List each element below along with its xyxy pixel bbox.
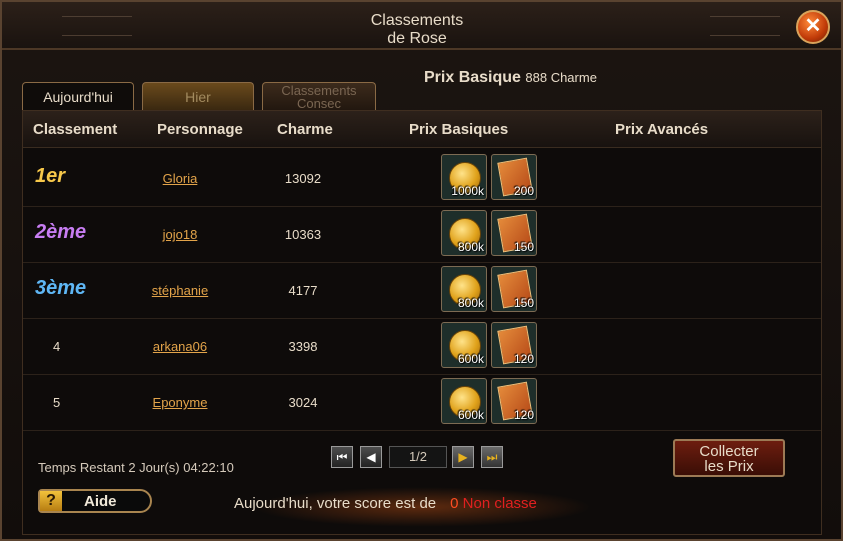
tab-consecutive-rankings[interactable]: Classements Consec: [262, 82, 376, 110]
collect-prizes-button[interactable]: Collecter les Prix: [673, 439, 785, 477]
rankings-window: Classements de Rose ✕ Aujourd'hui Hier C…: [0, 0, 843, 541]
coupon-reward[interactable]: 200: [491, 154, 537, 200]
header-rank: Classement: [33, 121, 118, 138]
character-link[interactable]: stéphanie: [120, 283, 240, 298]
help-icon: ?: [40, 491, 62, 511]
score-status: Non classe: [462, 495, 537, 512]
gold-reward[interactable]: 800k: [441, 266, 487, 312]
help-label: Aide: [84, 493, 117, 510]
charm-value: 3024: [288, 395, 318, 410]
next-page-icon: ▶: [458, 450, 468, 464]
first-page-icon: ⏮: [336, 450, 348, 464]
table-row: 4 arkana06 3398 600k 120: [23, 319, 821, 375]
header-advanced-prizes: Prix Avancés: [615, 121, 709, 138]
character-link[interactable]: arkana06: [120, 339, 240, 354]
page-indicator: 1/2: [389, 446, 447, 468]
table-row: 2ème jojo18 10363 800k 150: [23, 207, 821, 263]
charm-value: 13092: [284, 171, 322, 186]
table-row: 5 Eponyme 3024 600k 120: [23, 375, 821, 431]
gold-reward[interactable]: 800k: [441, 210, 487, 256]
character-link[interactable]: Gloria: [120, 171, 240, 186]
title-bar: Classements de Rose ✕: [2, 2, 841, 50]
rank-label: 3ème: [35, 277, 87, 299]
next-page-button[interactable]: ▶: [452, 446, 474, 468]
table-row: 1er Gloria 13092 1000k 200: [23, 151, 821, 207]
rank-label: 1er: [35, 165, 66, 187]
time-remaining: Temps Restant 2 Jour(s) 04:22:10: [38, 460, 234, 475]
coupon-reward[interactable]: 150: [491, 210, 537, 256]
rank-label: 2ème: [35, 221, 87, 243]
coupon-reward[interactable]: 150: [491, 266, 537, 312]
header-character: Personnage: [157, 121, 243, 138]
rank-label: 5: [53, 395, 61, 410]
last-page-button[interactable]: ⏭: [481, 446, 503, 468]
gold-reward[interactable]: 600k: [441, 378, 487, 424]
basic-prize-info: Prix Basique 888 Charme: [424, 69, 597, 86]
coupon-reward[interactable]: 120: [491, 322, 537, 368]
tab-today[interactable]: Aujourd'hui: [22, 82, 134, 110]
character-link[interactable]: jojo18: [120, 227, 240, 242]
tab-yesterday[interactable]: Hier: [142, 82, 254, 110]
title-ornament-right: [710, 16, 780, 36]
header-basic-prizes: Prix Basiques: [409, 121, 509, 138]
coupon-reward[interactable]: 120: [491, 378, 537, 424]
score-value: 0: [450, 495, 459, 512]
help-button[interactable]: ? Aide: [38, 489, 152, 513]
character-link[interactable]: Eponyme: [120, 395, 240, 410]
table-row: 3ème stéphanie 4177 800k 150: [23, 263, 821, 319]
score-line: Aujourd'hui, votre score est de 0 Non cla…: [234, 495, 537, 512]
charm-value: 3398: [288, 339, 318, 354]
title-ornament-left: [62, 16, 132, 36]
gold-reward[interactable]: 1000k: [441, 154, 487, 200]
close-icon: ✕: [804, 15, 822, 37]
window-title: Classements de Rose: [370, 12, 464, 47]
charm-value: 4177: [288, 283, 318, 298]
header-charm: Charme: [277, 121, 333, 138]
close-button[interactable]: ✕: [796, 10, 830, 44]
last-page-icon: ⏭: [486, 450, 498, 464]
prev-page-button[interactable]: ◀: [360, 446, 382, 468]
gold-reward[interactable]: 600k: [441, 322, 487, 368]
prev-page-icon: ◀: [366, 450, 376, 464]
table-header: Classement Personnage Charme Prix Basiqu…: [23, 111, 821, 148]
charm-value: 10363: [284, 227, 322, 242]
rank-label: 4: [53, 339, 61, 354]
first-page-button[interactable]: ⏮: [331, 446, 353, 468]
